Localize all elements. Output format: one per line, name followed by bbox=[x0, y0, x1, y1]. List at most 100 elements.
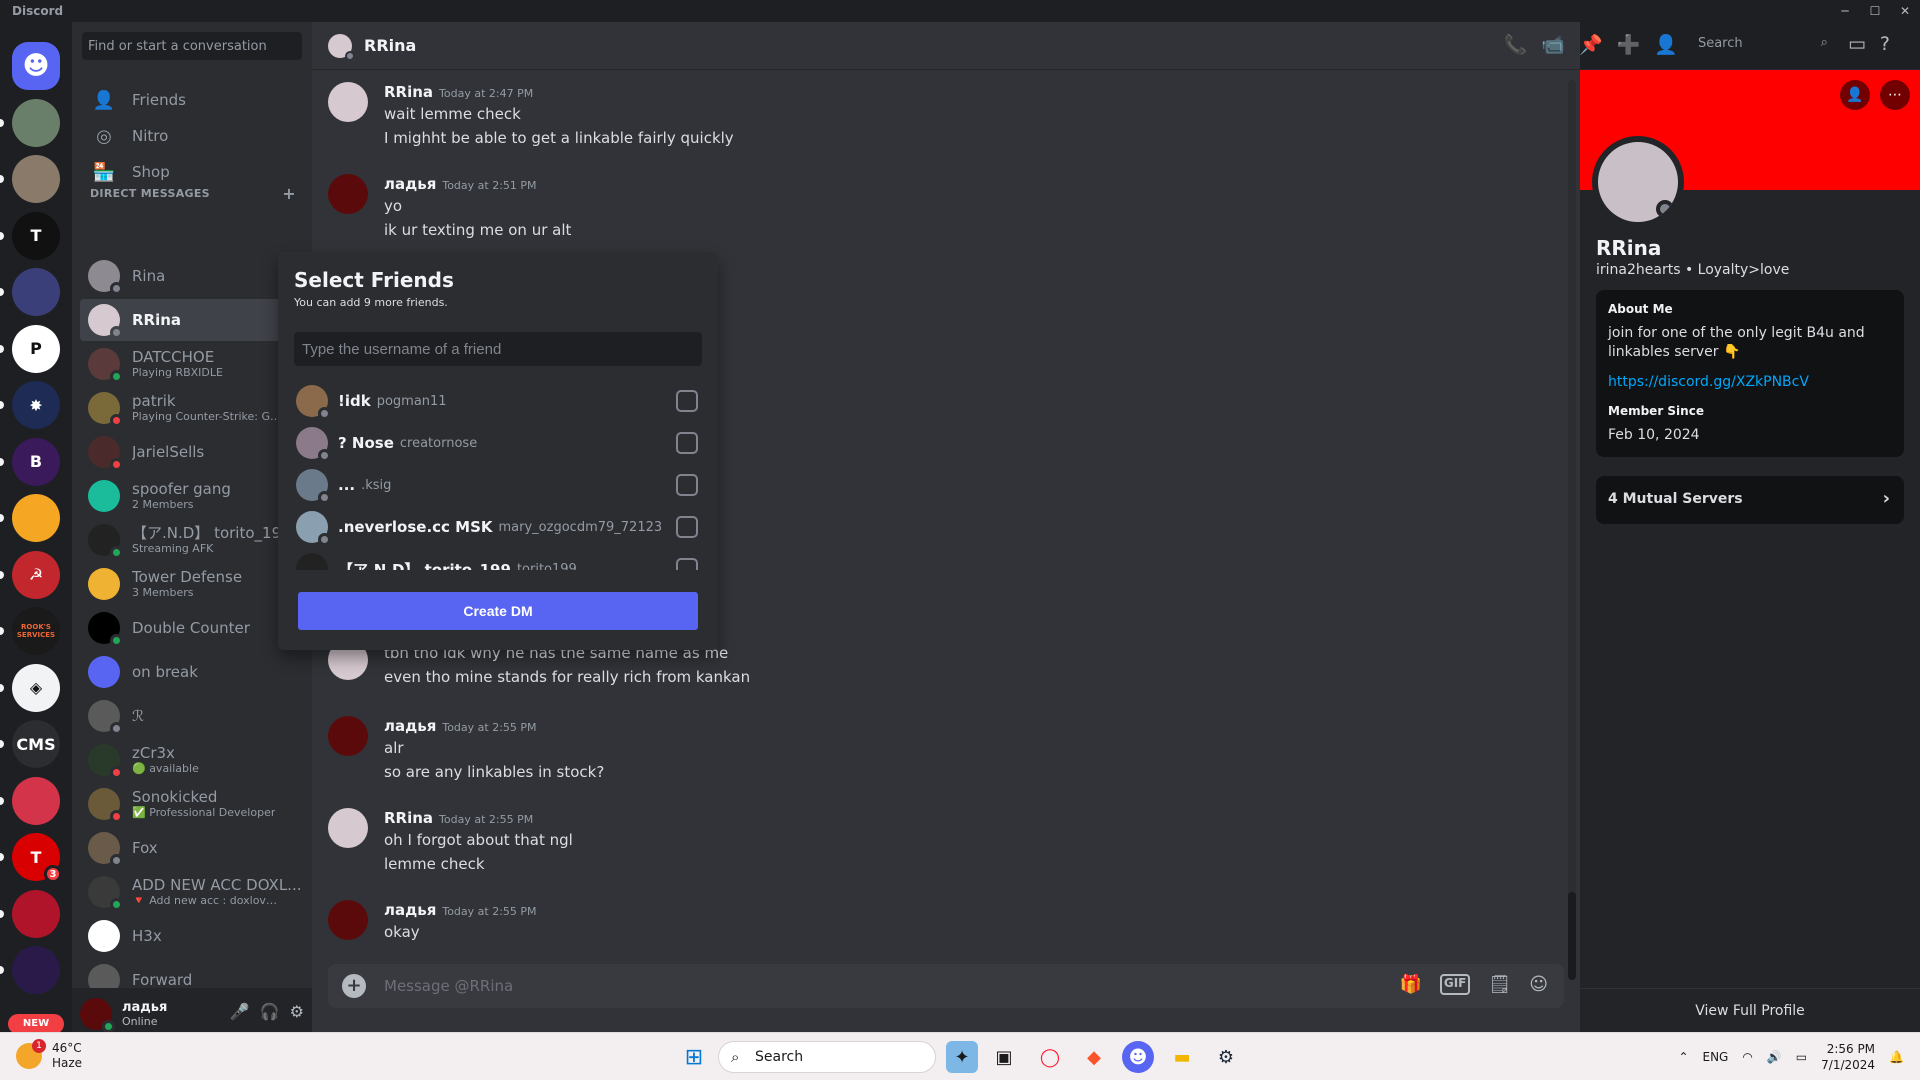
message-author[interactable]: ладья bbox=[384, 717, 436, 735]
server-icon[interactable]: B bbox=[12, 437, 60, 486]
friend-list[interactable]: !idk pogman11 ? Nose creatornose... .ksig .ne… bbox=[290, 380, 706, 570]
voice-call-icon[interactable]: 📞 bbox=[1504, 33, 1528, 56]
dm-item[interactable]: Rina bbox=[80, 255, 304, 297]
language-indicator[interactable]: ENG bbox=[1703, 1050, 1729, 1064]
server-icon[interactable]: ◈ bbox=[12, 663, 60, 712]
server-icon[interactable] bbox=[12, 776, 60, 825]
mute-mic-icon[interactable]: 🎤 bbox=[230, 1002, 250, 1021]
gift-icon[interactable]: 🎁 bbox=[1399, 974, 1421, 995]
server-icon[interactable] bbox=[12, 155, 60, 203]
message-author[interactable]: RRina bbox=[384, 83, 433, 101]
user-avatar[interactable] bbox=[80, 998, 115, 1033]
friend-row[interactable]: .neverlose.cc MSK mary_ozgocdm79_72123 bbox=[290, 506, 706, 548]
upload-plus-icon[interactable]: + bbox=[342, 974, 366, 998]
minimize-button[interactable]: ─ bbox=[1830, 0, 1860, 22]
video-call-icon[interactable]: 📹 bbox=[1541, 33, 1565, 56]
user-profile-toggle-icon[interactable]: 👤 bbox=[1654, 33, 1678, 56]
create-dm-button[interactable]: Create DM bbox=[298, 592, 698, 630]
view-full-profile-button[interactable]: View Full Profile bbox=[1580, 988, 1920, 1019]
taskbar-search[interactable]: ⌕ Search bbox=[718, 1041, 936, 1073]
file-explorer-icon[interactable]: ▬ bbox=[1166, 1041, 1198, 1073]
dm-item[interactable]: ℛ bbox=[80, 695, 304, 737]
help-icon[interactable]: ? bbox=[1880, 33, 1890, 55]
start-windows-icon[interactable]: ⊞ bbox=[678, 1041, 710, 1073]
dm-item[interactable]: DATCCHOE Playing RBXIDLE bbox=[80, 343, 304, 385]
message-avatar[interactable] bbox=[328, 82, 368, 122]
steam-icon[interactable]: ⚙ bbox=[1210, 1041, 1242, 1073]
message-avatar[interactable] bbox=[328, 716, 368, 756]
dm-item[interactable]: zCr3x 🟢 available bbox=[80, 739, 304, 781]
server-icon[interactable]: ROOK'S SERVICES bbox=[12, 607, 60, 655]
server-icon[interactable] bbox=[12, 889, 60, 938]
profile-avatar[interactable] bbox=[1592, 136, 1684, 228]
chat-scrollbar-thumb[interactable] bbox=[1568, 892, 1576, 980]
server-icon[interactable]: ☭ bbox=[12, 550, 60, 599]
server-icon[interactable]: T3 bbox=[12, 833, 62, 883]
user-settings-gear-icon[interactable]: ⚙ bbox=[290, 1002, 304, 1021]
message-author[interactable]: ладья bbox=[384, 175, 436, 193]
weather-widget[interactable]: 1 46°C Haze bbox=[16, 1039, 82, 1071]
dm-item[interactable]: JarielSells bbox=[80, 431, 304, 473]
mutual-servers-button[interactable]: 4 Mutual Servers › bbox=[1596, 476, 1904, 524]
message-avatar[interactable] bbox=[328, 174, 368, 214]
message-avatar[interactable] bbox=[328, 900, 368, 940]
dm-item[interactable]: patrik Playing Counter-Strike: Gl... bbox=[80, 387, 304, 429]
server-icon[interactable] bbox=[12, 946, 60, 994]
message-author[interactable]: ладья bbox=[384, 901, 436, 919]
message-composer[interactable]: + Message @RRina 🎁 GIF 🗒 ☺ bbox=[328, 964, 1564, 1008]
dm-item[interactable]: Double Counter bbox=[80, 607, 304, 649]
opera-icon[interactable]: ◯ bbox=[1034, 1041, 1066, 1073]
server-icon[interactable]: T bbox=[12, 211, 60, 260]
emoji-icon[interactable]: ☺ bbox=[1529, 974, 1548, 995]
tray-chevron-up-icon[interactable]: ⌃ bbox=[1678, 1050, 1688, 1064]
friend-row[interactable]: ... .ksig bbox=[290, 464, 706, 506]
create-dm-plus-icon[interactable]: + bbox=[282, 184, 296, 203]
friend-checkbox[interactable] bbox=[676, 474, 698, 496]
brave-icon[interactable]: ◆ bbox=[1078, 1041, 1110, 1073]
friend-row[interactable]: 【ア.N.D】 torito_199 torito199 bbox=[290, 548, 706, 570]
pinned-messages-icon[interactable]: 📌 bbox=[1579, 33, 1603, 56]
dm-item[interactable]: on break bbox=[80, 651, 304, 693]
gif-icon[interactable]: GIF bbox=[1439, 974, 1471, 995]
task-view-icon[interactable]: ▣ bbox=[988, 1041, 1020, 1073]
friend-checkbox[interactable] bbox=[676, 432, 698, 454]
inbox-icon[interactable]: ▭ bbox=[1848, 33, 1866, 55]
server-icon[interactable]: P bbox=[12, 324, 60, 373]
server-icon[interactable] bbox=[12, 268, 60, 316]
dm-item[interactable]: Fox bbox=[80, 827, 304, 869]
server-icon[interactable] bbox=[12, 98, 60, 147]
headphones-icon[interactable]: 🎧 bbox=[260, 1002, 280, 1021]
message-avatar[interactable] bbox=[328, 808, 368, 848]
friend-checkbox[interactable] bbox=[676, 558, 698, 570]
friend-search-input[interactable] bbox=[294, 332, 702, 366]
message-author[interactable]: RRina bbox=[384, 809, 433, 827]
invite-link[interactable]: https://discord.gg/XZkPNBcV bbox=[1608, 374, 1892, 390]
more-options-icon[interactable]: ⋯ bbox=[1880, 80, 1910, 110]
dm-item[interactable]: 【ア.N.D】 torito_199 Streaming AFK bbox=[80, 519, 304, 561]
home-discord-icon[interactable]: ☻ bbox=[12, 42, 60, 90]
notification-bell-icon[interactable]: 🔔 bbox=[1889, 1050, 1904, 1064]
copilot-icon[interactable]: ✦ bbox=[946, 1041, 978, 1073]
find-conversation-input[interactable]: Find or start a conversation bbox=[82, 32, 302, 60]
sticker-icon[interactable]: 🗒 bbox=[1488, 974, 1511, 995]
server-icon[interactable] bbox=[12, 494, 60, 542]
dm-item[interactable]: Tower Defense 3 Members bbox=[80, 563, 304, 605]
close-window-button[interactable]: ✕ bbox=[1890, 0, 1920, 22]
wifi-icon[interactable]: ◠ bbox=[1742, 1050, 1752, 1064]
chat-scrollbar[interactable] bbox=[1568, 80, 1576, 980]
server-icon[interactable]: CMS bbox=[12, 720, 60, 768]
battery-icon[interactable]: ▭ bbox=[1796, 1050, 1807, 1064]
discord-taskbar-icon[interactable]: ☻ bbox=[1122, 1041, 1154, 1073]
friend-row[interactable]: ? Nose creatornose bbox=[290, 422, 706, 464]
maximize-button[interactable]: ☐ bbox=[1860, 0, 1890, 22]
server-icon[interactable]: ✸ bbox=[12, 381, 60, 429]
clock[interactable]: 2:56 PM 7/1/2024 bbox=[1821, 1041, 1875, 1073]
header-search-input[interactable]: Search ⌕ bbox=[1691, 32, 1834, 56]
volume-icon[interactable]: 🔊 bbox=[1767, 1050, 1782, 1064]
add-friends-to-dm-icon[interactable]: ➕ bbox=[1617, 33, 1641, 56]
dm-item[interactable]: spoofer gang 2 Members bbox=[80, 475, 304, 517]
friend-checkbox[interactable] bbox=[676, 390, 698, 412]
dm-item[interactable]: H3x bbox=[80, 915, 304, 957]
dm-item[interactable]: ADD NEW ACC DOXL... 🔻 Add new acc : doxlo… bbox=[80, 871, 304, 913]
friend-row[interactable]: !idk pogman11 bbox=[290, 380, 706, 422]
